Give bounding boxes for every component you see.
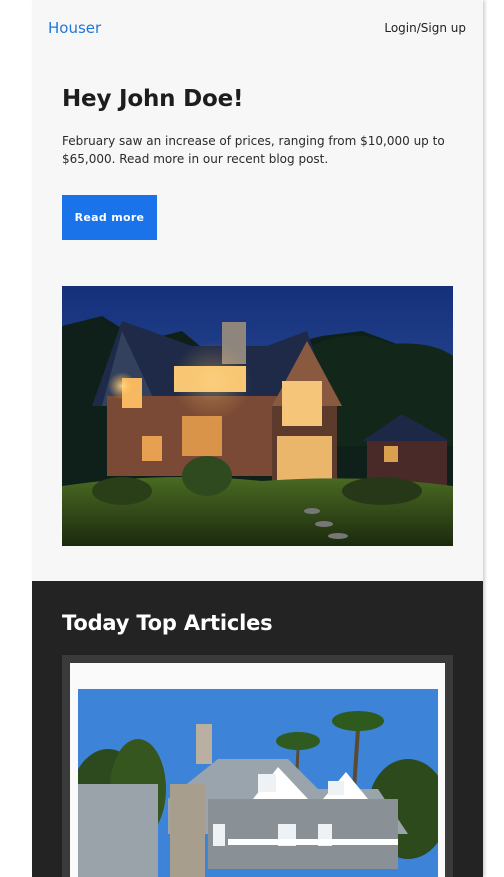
hero-image	[62, 286, 453, 546]
article-card-inner	[70, 663, 445, 877]
top-articles-section: Today Top Articles	[32, 581, 483, 877]
login-signup-link[interactable]: Login/Sign up	[384, 21, 466, 35]
email-container: Houser Login/Sign up Hey John Doe! Febru…	[32, 0, 483, 877]
brand-logo[interactable]: Houser	[48, 19, 101, 37]
articles-heading: Today Top Articles	[62, 611, 273, 635]
read-more-button[interactable]: Read more	[62, 195, 157, 240]
article-image[interactable]	[78, 689, 438, 877]
greeting-heading: Hey John Doe!	[62, 86, 244, 112]
article-card[interactable]	[62, 655, 453, 877]
header: Houser Login/Sign up	[32, 0, 483, 60]
intro-text: February saw an increase of prices, rang…	[62, 134, 445, 166]
